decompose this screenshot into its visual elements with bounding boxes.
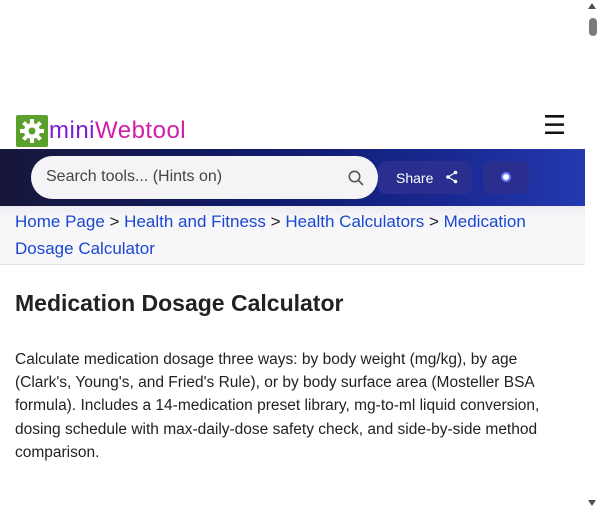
brand-prefix: mini — [49, 117, 96, 144]
breadcrumb-separator: > — [270, 212, 286, 231]
page-title: Medication Dosage Calculator — [15, 290, 344, 316]
search-band: Search tools... (Hints on) Share — [0, 149, 585, 206]
logo-bar: miniWebtool ☰ — [0, 100, 585, 149]
gear-logo-icon[interactable] — [16, 115, 48, 147]
page-description: Calculate medication dosage three ways: … — [15, 351, 540, 461]
scrollbar-thumb[interactable] — [589, 18, 597, 36]
scroll-up-arrow-icon[interactable] — [588, 3, 596, 9]
share-button[interactable]: Share — [378, 161, 472, 194]
breadcrumb-separator: > — [428, 212, 444, 231]
theme-toggle-icon — [501, 172, 511, 182]
share-icon — [446, 170, 458, 184]
scroll-down-arrow-icon[interactable] — [588, 500, 596, 506]
scrollbar[interactable] — [585, 0, 600, 513]
theme-toggle-button[interactable] — [483, 161, 529, 194]
brand-logo-text[interactable]: miniWebtool — [49, 117, 186, 145]
breadcrumb-home[interactable]: Home Page — [15, 212, 105, 231]
share-label: Share — [396, 170, 434, 186]
hamburger-icon[interactable]: ☰ — [543, 111, 566, 139]
search-placeholder: Search tools... (Hints on) — [46, 168, 223, 185]
page: miniWebtool ☰ Search tools... (Hints on)… — [0, 0, 585, 513]
breadcrumb-health-and-fitness[interactable]: Health and Fitness — [124, 212, 266, 231]
ad-space — [0, 0, 585, 100]
breadcrumb-health-calculators[interactable]: Health Calculators — [285, 212, 424, 231]
breadcrumb-separator: > — [109, 212, 125, 231]
breadcrumb: Home Page > Health and Fitness > Health … — [0, 206, 585, 265]
search-input[interactable]: Search tools... (Hints on) — [31, 156, 378, 199]
brand-suffix: Webtool — [95, 117, 187, 144]
search-icon[interactable] — [347, 169, 365, 187]
